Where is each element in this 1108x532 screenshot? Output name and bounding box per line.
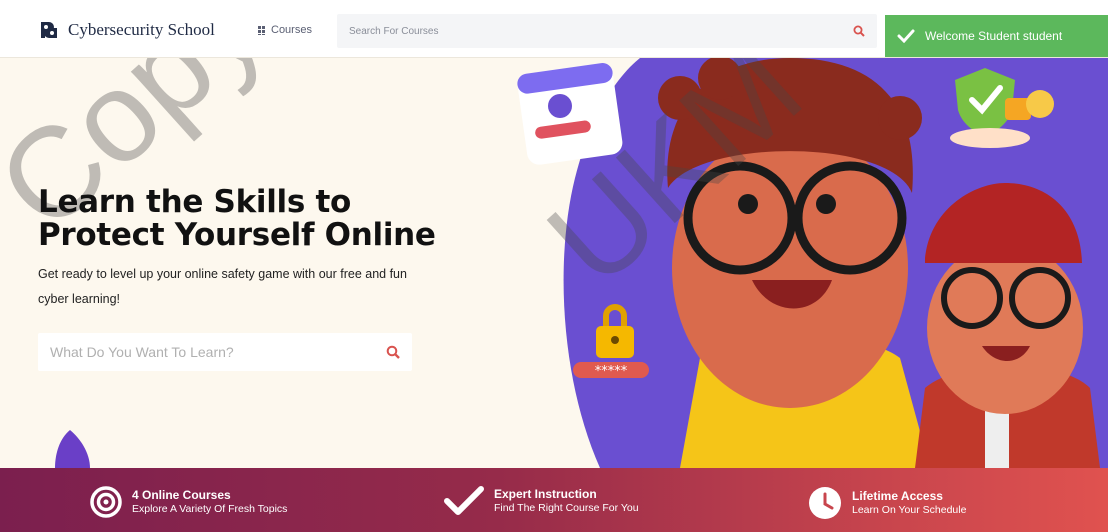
student-character-secondary (915, 183, 1100, 468)
check-icon (897, 29, 915, 43)
target-icon (90, 486, 122, 518)
hero-title-line-2: Protect Yourself Online (38, 217, 436, 253)
courses-menu-link[interactable]: Courses (258, 24, 312, 36)
brand-link[interactable]: Cybersecurity School (38, 20, 215, 40)
header-search-input[interactable] (337, 14, 837, 48)
feature-online-courses: 4 Online Courses Explore A Variety Of Fr… (90, 486, 287, 518)
courses-label: Courses (271, 24, 312, 36)
hero-subtitle: Get ready to level up your online safety… (38, 267, 407, 306)
login-window-illustration (517, 63, 623, 165)
feature-title: Expert Instruction (494, 487, 597, 501)
feature-lifetime-access: Lifetime Access Learn On Your Schedule (808, 486, 966, 520)
password-mask: ***** (595, 364, 628, 379)
check-icon (444, 486, 484, 515)
feature-desc: Explore A Variety Of Fresh Topics (132, 503, 288, 515)
feature-desc: Learn On Your Schedule (852, 504, 967, 516)
brand-name: Cybersecurity School (68, 20, 215, 39)
hero-title-line-1: Learn the Skills to (38, 184, 352, 220)
hero-title: Learn the Skills to Protect Yourself Onl… (38, 186, 436, 252)
search-icon[interactable] (386, 345, 400, 359)
clock-icon (809, 487, 841, 519)
page: ***** Copyright UKM Cybersecurity School… (0, 0, 1108, 532)
rocket-illustration (55, 430, 90, 468)
header-search (337, 14, 877, 48)
features-band: 4 Online Courses Explore A Variety Of Fr… (0, 468, 1108, 532)
grid-icon (258, 25, 267, 35)
hero-search (38, 333, 412, 371)
hero-search-input[interactable] (38, 333, 368, 371)
toast-message: Welcome Student student (925, 29, 1063, 43)
feature-title: Lifetime Access (852, 489, 943, 503)
student-character-main (658, 58, 930, 468)
brand-logo-icon (41, 22, 57, 38)
welcome-toast: Welcome Student student (885, 15, 1108, 57)
feature-desc: Find The Right Course For You (494, 502, 639, 514)
feature-title: 4 Online Courses (132, 488, 231, 502)
feature-expert-instruction: Expert Instruction Find The Right Course… (444, 486, 639, 516)
search-icon[interactable] (853, 25, 865, 37)
